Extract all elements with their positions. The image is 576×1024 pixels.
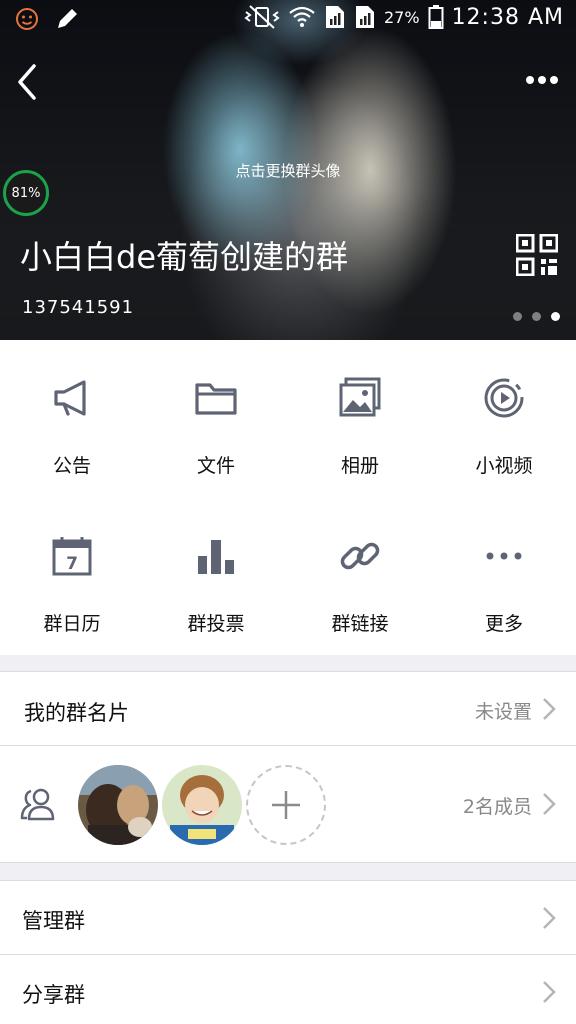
feature-more[interactable]: 更多 xyxy=(432,498,576,656)
group-card-value: 未设置 xyxy=(474,701,532,723)
page-dot xyxy=(513,312,522,321)
member-photo xyxy=(78,765,158,845)
feature-label: 相册 xyxy=(340,455,379,477)
member-count: 2名成员 xyxy=(462,796,532,818)
members-row[interactable]: 2名成员 xyxy=(0,746,576,863)
chevron-right-icon xyxy=(543,907,556,929)
cover-page-indicator xyxy=(513,312,560,321)
feature-label: 小视频 xyxy=(475,455,533,477)
my-group-card-row[interactable]: 我的群名片 未设置 xyxy=(0,671,576,746)
back-arrow-icon[interactable] xyxy=(12,60,42,104)
video-play-icon xyxy=(484,378,524,418)
battery-percent: 27% xyxy=(384,7,420,27)
member-avatar[interactable] xyxy=(162,765,242,845)
sim-signal-2-icon xyxy=(356,6,374,28)
feature-announcement[interactable]: 公告 xyxy=(0,340,144,498)
feature-label: 公告 xyxy=(52,455,91,477)
app-face-icon xyxy=(16,8,38,30)
feature-label: 群链接 xyxy=(331,613,389,635)
page-dot-active xyxy=(551,312,560,321)
chevron-right-icon xyxy=(543,793,556,815)
share-group-row[interactable]: 分享群 xyxy=(0,955,576,1024)
folder-icon xyxy=(195,383,237,415)
group-name: 小白白de葡萄创建的群 xyxy=(20,238,349,276)
calendar-day-text: 7 xyxy=(66,554,78,574)
wifi-icon xyxy=(289,6,315,27)
feature-vote[interactable]: 群投票 xyxy=(144,498,288,656)
group-cover-header[interactable]: 27% 12:38 AM 点击更换群头像 81% 小白白de葡萄创建的群 137… xyxy=(0,0,576,340)
change-avatar-hint[interactable]: 点击更换群头像 xyxy=(0,160,576,181)
member-avatar[interactable] xyxy=(78,765,158,845)
qr-code-icon[interactable] xyxy=(516,234,558,276)
add-member-button[interactable] xyxy=(246,765,326,845)
floating-memory-badge[interactable]: 81% xyxy=(3,170,49,216)
plus-icon xyxy=(272,791,300,819)
calendar-icon: 7 xyxy=(52,537,92,576)
bar-chart-icon xyxy=(198,540,234,574)
vibrate-mute-icon xyxy=(244,5,280,29)
status-clock: 12:38 AM xyxy=(451,4,564,30)
album-icon xyxy=(339,377,381,417)
feature-label: 文件 xyxy=(196,455,235,477)
sim-signal-1-icon xyxy=(326,6,344,28)
chevron-right-icon xyxy=(543,981,556,1003)
battery-icon xyxy=(428,5,444,29)
feature-label: 群日历 xyxy=(43,613,101,635)
page-dot xyxy=(532,312,541,321)
group-card-title: 我的群名片 xyxy=(24,701,129,725)
feature-album[interactable]: 相册 xyxy=(288,340,432,498)
status-left-icons xyxy=(14,6,80,32)
member-photo xyxy=(162,765,242,845)
share-group-title: 分享群 xyxy=(22,983,85,1007)
more-options-icon[interactable] xyxy=(522,68,562,92)
feature-calendar[interactable]: 7 群日历 xyxy=(0,498,144,656)
megaphone-icon xyxy=(54,380,86,416)
members-icon xyxy=(20,788,55,821)
feature-files[interactable]: 文件 xyxy=(144,340,288,498)
manage-group-title: 管理群 xyxy=(22,909,85,933)
pencil-icon xyxy=(58,9,77,28)
link-icon xyxy=(340,542,380,570)
status-right-icons: 27% 12:38 AM xyxy=(244,4,564,30)
feature-label: 群投票 xyxy=(187,613,245,635)
feature-label: 更多 xyxy=(484,613,523,635)
feature-grid: 公告 文件 相册 小视频 7 群日历 群投票 群链接 更多 xyxy=(0,340,576,655)
feature-link[interactable]: 群链接 xyxy=(288,498,432,656)
group-id: 137541591 xyxy=(22,297,135,318)
manage-group-row[interactable]: 管理群 xyxy=(0,880,576,955)
chevron-right-icon xyxy=(543,698,556,720)
status-bar: 27% 12:38 AM xyxy=(0,0,576,40)
more-dots-icon xyxy=(486,552,522,560)
feature-short-video[interactable]: 小视频 xyxy=(432,340,576,498)
